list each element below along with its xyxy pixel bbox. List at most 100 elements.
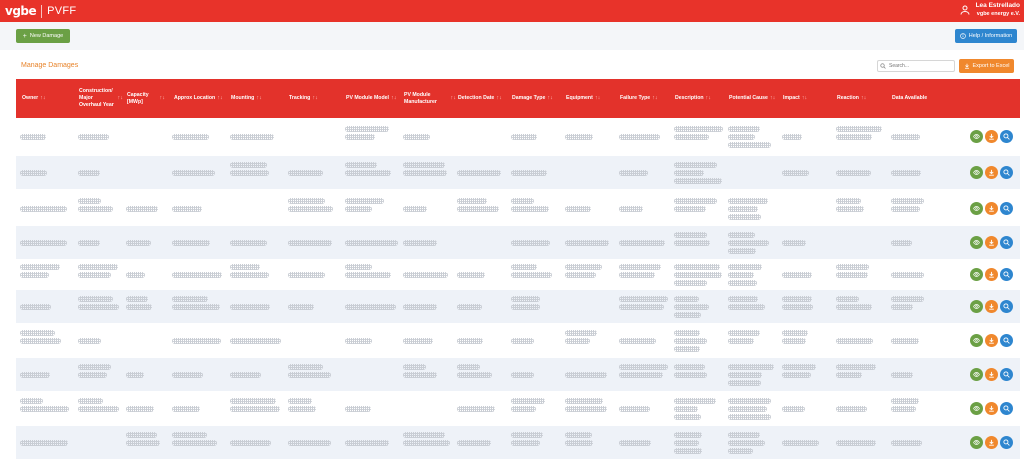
column-header-reaction[interactable]: Reaction↑↓ xyxy=(837,79,889,118)
redacted-cell-value xyxy=(674,206,706,212)
redacted-cell-value xyxy=(172,304,220,310)
redacted-cell-value xyxy=(126,304,152,310)
column-header-potential-cause[interactable]: Potential Cause↑↓ xyxy=(729,79,781,118)
view-button[interactable] xyxy=(970,166,983,179)
redacted-cell-value xyxy=(674,232,707,238)
view-button[interactable] xyxy=(970,130,983,143)
redacted-cell-value xyxy=(619,272,655,278)
download-button[interactable] xyxy=(985,368,998,381)
redacted-cell-value xyxy=(511,406,536,412)
redacted-cell-value xyxy=(565,272,596,278)
details-button[interactable] xyxy=(1000,334,1013,347)
view-button[interactable] xyxy=(970,368,983,381)
column-header-module-manufacturer[interactable]: PV Module Manufacturer↑↓ xyxy=(404,79,456,118)
download-button[interactable] xyxy=(985,334,998,347)
redacted-cell-value xyxy=(619,338,656,344)
redacted-cell-value xyxy=(511,170,547,176)
details-button[interactable] xyxy=(1000,368,1013,381)
redacted-cell-value xyxy=(782,240,806,246)
column-label: Reaction xyxy=(837,95,859,102)
redacted-cell-value xyxy=(78,304,119,310)
download-button[interactable] xyxy=(985,130,998,143)
details-button[interactable] xyxy=(1000,300,1013,313)
column-header-impact[interactable]: Impact↑↓ xyxy=(783,79,835,118)
search-input[interactable] xyxy=(877,60,955,72)
column-header-damage-type[interactable]: Damage Type↑↓ xyxy=(512,79,564,118)
eye-icon xyxy=(973,439,980,446)
view-button[interactable] xyxy=(970,334,983,347)
redacted-cell-value xyxy=(728,198,768,204)
export-label: Export to Excel xyxy=(973,63,1010,69)
sort-icon: ↑↓ xyxy=(451,95,457,102)
view-button[interactable] xyxy=(970,202,983,215)
column-header-module-model[interactable]: PV Module Model↑↓ xyxy=(346,79,402,118)
download-icon xyxy=(988,439,995,446)
user-menu[interactable]: Lea Estrellado vgbe energy e.V. xyxy=(959,2,1020,18)
column-header-description[interactable]: Description↑↓ xyxy=(675,79,727,118)
column-header-failure-type[interactable]: Failure Type↑↓ xyxy=(620,79,672,118)
details-button[interactable] xyxy=(1000,268,1013,281)
redacted-cell-value xyxy=(565,134,593,140)
details-button[interactable] xyxy=(1000,402,1013,415)
column-header-mounting[interactable]: Mounting↑↓ xyxy=(231,79,287,118)
redacted-cell-value xyxy=(78,198,101,204)
download-icon xyxy=(988,205,995,212)
download-button[interactable] xyxy=(985,202,998,215)
redacted-cell-value xyxy=(619,134,660,140)
download-button[interactable] xyxy=(985,402,998,415)
view-button[interactable] xyxy=(970,236,983,249)
view-button[interactable] xyxy=(970,436,983,449)
redacted-cell-value xyxy=(457,372,492,378)
download-button[interactable] xyxy=(985,300,998,313)
redacted-cell-value xyxy=(126,206,158,212)
column-header-owner[interactable]: Owner↑↓ xyxy=(22,79,74,118)
download-button[interactable] xyxy=(985,236,998,249)
details-button[interactable] xyxy=(1000,436,1013,449)
redacted-cell-value xyxy=(565,398,603,404)
row-actions xyxy=(970,436,1015,449)
view-button[interactable] xyxy=(970,402,983,415)
redacted-cell-value xyxy=(345,198,384,204)
redacted-cell-value xyxy=(565,330,597,336)
redacted-cell-value xyxy=(891,272,924,278)
download-button[interactable] xyxy=(985,166,998,179)
view-button[interactable] xyxy=(970,268,983,281)
logo[interactable]: vgbe PVFF xyxy=(5,4,76,18)
column-header-capacity[interactable]: Capacity [MWp]↑↓ xyxy=(127,79,165,118)
details-button[interactable] xyxy=(1000,202,1013,215)
column-header-equipment[interactable]: Equipment↑↓ xyxy=(566,79,618,118)
redacted-cell-value xyxy=(511,432,543,438)
redacted-cell-value xyxy=(20,440,68,446)
export-excel-button[interactable]: Export to Excel xyxy=(959,59,1014,73)
redacted-cell-value xyxy=(457,338,483,344)
details-button[interactable] xyxy=(1000,236,1013,249)
redacted-cell-value xyxy=(403,134,430,140)
help-button[interactable]: Help / Information xyxy=(955,29,1017,43)
column-header-detection-date[interactable]: Detection Date↑↓ xyxy=(458,79,510,118)
redacted-cell-value xyxy=(230,372,261,378)
table-row xyxy=(16,324,1020,357)
column-header-construction-year[interactable]: Construction/ Major Overhaul Year↑↓ xyxy=(79,79,123,118)
redacted-cell-value xyxy=(728,398,771,404)
view-button[interactable] xyxy=(970,300,983,313)
search-icon xyxy=(1003,405,1010,412)
details-button[interactable] xyxy=(1000,166,1013,179)
redacted-cell-value xyxy=(782,364,816,370)
new-damage-button[interactable]: + New Damage xyxy=(16,29,70,43)
redacted-cell-value xyxy=(728,248,756,254)
redacted-cell-value xyxy=(20,272,49,278)
column-header-location[interactable]: Approx Location↑↓ xyxy=(174,79,230,118)
redacted-cell-value xyxy=(891,338,919,344)
download-button[interactable] xyxy=(985,436,998,449)
redacted-cell-value xyxy=(674,448,702,454)
redacted-cell-value xyxy=(891,206,920,212)
column-header-tracking[interactable]: Tracking↑↓ xyxy=(289,79,345,118)
details-button[interactable] xyxy=(1000,130,1013,143)
sort-icon: ↑↓ xyxy=(312,95,318,102)
redacted-cell-value xyxy=(78,338,101,344)
column-label: Potential Cause xyxy=(729,95,768,102)
download-button[interactable] xyxy=(985,268,998,281)
table-row xyxy=(16,290,1020,323)
redacted-cell-value xyxy=(172,440,217,446)
sort-icon: ↑↓ xyxy=(40,95,46,102)
